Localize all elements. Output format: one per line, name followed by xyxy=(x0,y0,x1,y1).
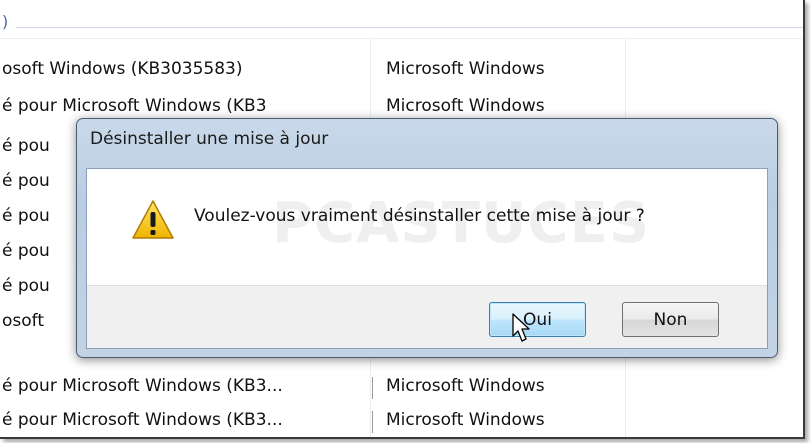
yes-button[interactable]: Oui xyxy=(489,302,586,337)
column-separator xyxy=(372,377,373,399)
dialog-content: PCASTUCES Voulez-vous vraiment désinstal… xyxy=(86,168,768,349)
update-name: é pour Microsoft Windows (KB3... xyxy=(2,410,283,430)
list-item[interactable]: é pour Microsoft Windows (KB3... Microso… xyxy=(0,405,803,437)
update-name: osoft xyxy=(2,311,45,331)
warning-icon xyxy=(132,200,174,239)
update-name: é pou xyxy=(2,171,50,191)
update-name: é pou xyxy=(2,276,50,296)
screenshot-frame: ) osoft Windows (KB3035583) Microsoft Wi… xyxy=(0,0,805,439)
column-separator xyxy=(372,411,373,433)
group-header-text: ) xyxy=(2,12,9,31)
dialog-message: Voulez-vous vraiment désinstaller cette … xyxy=(194,206,645,226)
update-name: é pou xyxy=(2,136,50,156)
mouse-cursor-icon xyxy=(512,313,530,342)
list-item[interactable]: é pour Microsoft Windows (KB3... Microso… xyxy=(0,371,803,406)
dialog-title: Désinstaller une mise à jour xyxy=(90,129,329,149)
update-name: osoft Windows (KB3035583) xyxy=(2,59,243,79)
update-publisher: Microsoft Windows xyxy=(386,410,545,430)
update-name: é pou xyxy=(2,241,50,261)
list-group-header[interactable]: ) xyxy=(0,0,803,39)
update-publisher: Microsoft Windows xyxy=(386,59,545,79)
update-name: é pou xyxy=(2,206,50,226)
uninstall-dialog: Désinstaller une mise à jour PCASTUCES V… xyxy=(76,118,778,358)
update-publisher: Microsoft Windows xyxy=(386,96,545,116)
update-publisher: Microsoft Windows xyxy=(386,376,545,396)
update-name: é pour Microsoft Windows (KB3 xyxy=(2,96,267,116)
no-button[interactable]: Non xyxy=(622,302,719,337)
dialog-button-bar: Oui Non xyxy=(87,285,767,348)
list-item[interactable]: osoft Windows (KB3035583) Microsoft Wind… xyxy=(0,54,803,89)
update-name: é pour Microsoft Windows (KB3... xyxy=(2,376,283,396)
group-header-line xyxy=(16,27,803,28)
